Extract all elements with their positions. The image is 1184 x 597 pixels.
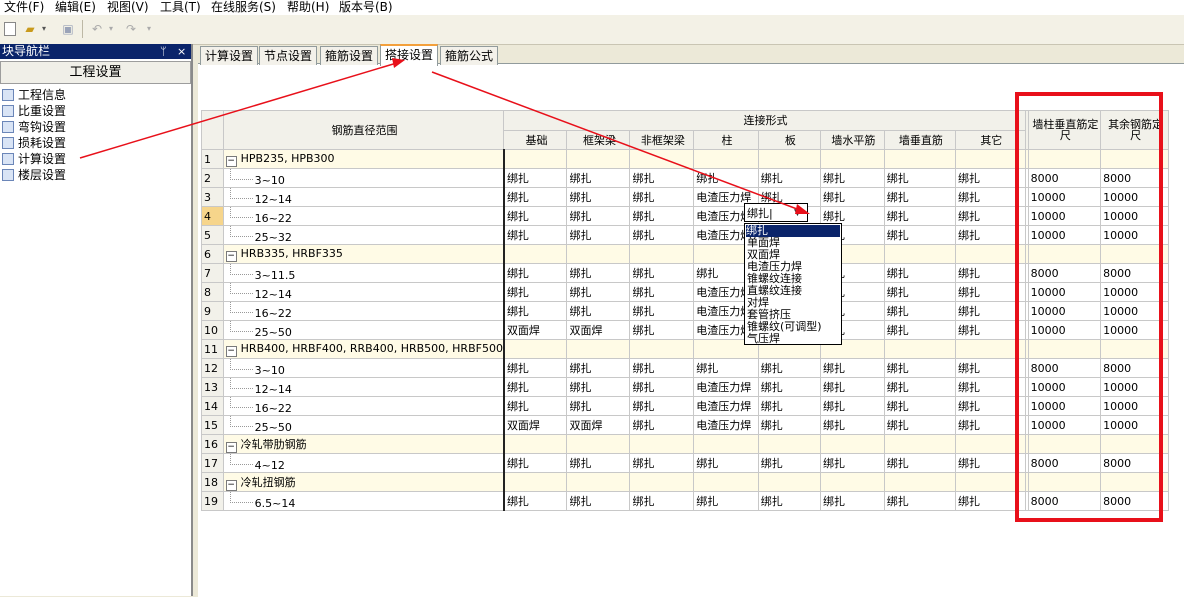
arrowhead-icon [392, 58, 405, 68]
arrowhead-icon [795, 204, 810, 214]
annotation-arrow-to-cell [431, 71, 806, 213]
annotation-arrow-to-tab [79, 61, 401, 159]
annotation-arrows [79, 58, 810, 214]
